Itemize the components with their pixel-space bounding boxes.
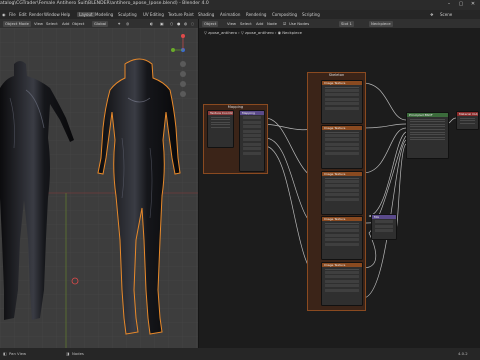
node-menu-select[interactable]: Select (240, 21, 252, 27)
window-title: atalog\CGTrader\Female Antihero Suit\BLE… (0, 1, 209, 6)
shading-solid-icon[interactable]: ● (177, 21, 180, 27)
use-nodes-checkbox[interactable]: ☑ (283, 21, 286, 27)
node-menu-node[interactable]: Node (267, 21, 277, 27)
snap-icon[interactable]: ⌖ (118, 21, 120, 27)
proportional-icon[interactable]: ◎ (126, 21, 129, 27)
node-header: Mix (372, 215, 396, 219)
scene-icon: ❖ (430, 11, 434, 17)
use-nodes-label: Use Nodes (289, 20, 310, 26)
tab-shading[interactable]: Shading (198, 12, 214, 17)
node-header: Image Texture (322, 172, 362, 176)
xray-icon[interactable]: ▣ (160, 21, 164, 27)
shading-rendered-icon[interactable]: ◌ (191, 21, 194, 27)
node-image-texture[interactable]: Image Texture (321, 171, 363, 215)
tab-texture-paint[interactable]: Texture Paint (168, 12, 194, 17)
close-icon[interactable]: ✕ (470, 2, 476, 7)
material-dropdown[interactable]: Neckpiece (369, 20, 393, 27)
frame-title: Mapping (227, 105, 244, 109)
frame-title: Skeleton (328, 73, 345, 77)
tab-sculpting[interactable]: Sculpting (118, 12, 137, 17)
node-image-texture[interactable]: Image Texture (321, 216, 363, 260)
tab-rendering[interactable]: Rendering (246, 12, 266, 17)
tab-animation[interactable]: Animation (220, 12, 240, 17)
tab-compositing[interactable]: Compositing (272, 12, 297, 17)
menu-file[interactable]: File (9, 12, 16, 17)
node-menu-add[interactable]: Add (256, 21, 263, 27)
camera-icon (180, 81, 186, 87)
tab-layout[interactable]: Layout (77, 11, 95, 17)
editor-type-dropdown[interactable]: Object (202, 20, 219, 27)
tab-uv-editing[interactable]: UV Editing (143, 12, 164, 17)
node-texture-coordinate[interactable]: Texture Coordinate (207, 110, 234, 148)
blender-logo-icon[interactable]: ◉ (2, 12, 6, 17)
menu-help[interactable]: Help (61, 12, 70, 17)
status-hint: Pan View (9, 351, 27, 356)
slot-dropdown[interactable]: Slot 1 (339, 20, 354, 27)
zoom-icon (180, 61, 186, 67)
tab-modeling[interactable]: Modeling (95, 12, 113, 17)
node-header: Texture Coordinate (208, 111, 234, 115)
node-menu-view[interactable]: View (227, 21, 236, 27)
top-menubar: ◉ File Edit Render Window Help Layout Mo… (0, 10, 480, 19)
node-editor-header: Object View Select Add Node ☑ Use Nodes … (199, 19, 480, 28)
transform-orientation-dropdown[interactable]: Global (92, 20, 109, 27)
node-header: Image Texture (322, 263, 362, 267)
node-header: Image Texture (322, 81, 362, 85)
node-image-texture[interactable]: Image Texture (321, 80, 363, 124)
mouse-icon: ◨ (66, 351, 70, 356)
maximize-icon[interactable]: ▢ (458, 2, 464, 7)
node-header: Image Texture (322, 217, 362, 221)
node-header: Mapping (240, 111, 264, 115)
node-material-output[interactable]: Material Output (456, 111, 479, 130)
menu-render[interactable]: Render (29, 12, 43, 17)
node-principled-bsdf[interactable]: Principled BSDF (406, 112, 449, 159)
node-mix[interactable]: Mix (371, 214, 397, 240)
mouse-icon: ◧ (3, 351, 7, 356)
viewport-menu-view[interactable]: View (34, 21, 43, 27)
node-mapping[interactable]: Mapping (239, 110, 265, 172)
viewport-header: Object Mode View Select Add Object Globa… (0, 19, 198, 28)
node-image-texture[interactable]: Image Texture (321, 125, 363, 169)
viewport-scene (0, 28, 198, 348)
node-header: Image Texture (322, 126, 362, 130)
tab-scripting[interactable]: Scripting (302, 12, 320, 17)
shading-wire-icon[interactable]: ○ (170, 21, 173, 27)
scene-name[interactable]: Scene (440, 12, 452, 17)
shading-material-icon[interactable]: ◍ (184, 21, 187, 27)
version-label: 4.0.2 (458, 351, 468, 356)
viewport-menu-add[interactable]: Add (62, 21, 69, 27)
menu-edit[interactable]: Edit (19, 12, 27, 17)
node-image-texture[interactable]: Image Texture (321, 262, 363, 306)
pan-icon (180, 71, 186, 77)
node-header: Principled BSDF (407, 113, 448, 117)
title-bar: atalog\CGTrader\Female Antihero Suit\BLE… (0, 0, 480, 10)
overlay-icon[interactable]: ◐ (150, 21, 153, 27)
node-header: Material Output (457, 112, 478, 116)
3d-viewport[interactable] (0, 28, 198, 348)
minimize-icon[interactable]: – (446, 2, 452, 7)
status-mode: Nodes (72, 351, 84, 356)
menu-window[interactable]: Window (44, 12, 60, 17)
status-bar: ◧ Pan View ◨ Nodes 4.0.2 (0, 348, 480, 360)
ortho-icon (180, 91, 186, 97)
mode-dropdown[interactable]: Object Mode (3, 20, 31, 27)
viewport-menu-object[interactable]: Object (72, 21, 84, 27)
viewport-menu-select[interactable]: Select (46, 21, 58, 27)
